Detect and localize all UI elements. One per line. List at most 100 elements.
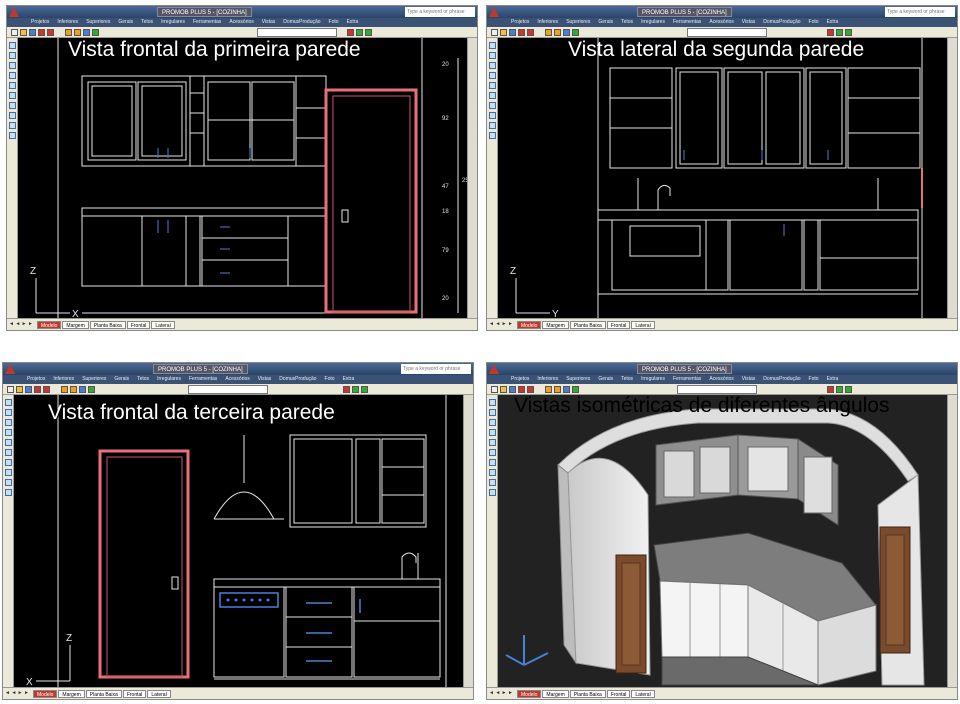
select-tool-icon[interactable] bbox=[489, 399, 496, 406]
tab-modelo[interactable]: Modelo bbox=[37, 320, 62, 329]
menu-superiores[interactable]: Superiores bbox=[82, 18, 114, 27]
vertical-scrollbar[interactable] bbox=[467, 38, 477, 318]
dimension-tool-icon[interactable] bbox=[489, 489, 496, 496]
walls-icon[interactable] bbox=[572, 386, 579, 393]
measure-tool-icon[interactable] bbox=[489, 429, 496, 436]
menu-ferramentas[interactable]: Ferramentas bbox=[185, 375, 221, 384]
menu-domusproducao[interactable]: DomusProdução bbox=[759, 18, 804, 27]
move-tool-icon[interactable] bbox=[489, 52, 496, 59]
menu-ferramentas[interactable]: Ferramentas bbox=[669, 375, 705, 384]
measure-tool-icon[interactable] bbox=[489, 72, 496, 79]
dimension-tool-icon[interactable] bbox=[489, 132, 496, 139]
search-input[interactable]: Type a keyword or phrase bbox=[405, 7, 475, 17]
app-logo-icon[interactable] bbox=[9, 7, 19, 17]
open-folder-icon[interactable] bbox=[500, 386, 507, 393]
menu-extra[interactable]: Extra bbox=[823, 375, 843, 384]
menu-domusproducao[interactable]: DomusProdução bbox=[275, 375, 320, 384]
layer-select[interactable] bbox=[188, 385, 268, 394]
search-input[interactable]: Type a keyword or phrase bbox=[885, 7, 955, 17]
render-icon[interactable] bbox=[545, 386, 552, 393]
vertical-scrollbar[interactable] bbox=[947, 395, 957, 687]
walls-icon[interactable] bbox=[92, 29, 99, 36]
tab-frontal[interactable]: Frontal bbox=[606, 689, 631, 698]
redo-icon[interactable] bbox=[43, 386, 50, 393]
save-icon[interactable] bbox=[25, 386, 32, 393]
menu-vistas[interactable]: Vistas bbox=[738, 18, 760, 27]
wall-tool-icon[interactable] bbox=[5, 459, 12, 466]
new-file-icon[interactable] bbox=[491, 386, 498, 393]
render-icon[interactable] bbox=[545, 29, 552, 36]
menu-inferiores[interactable]: Inferiores bbox=[533, 18, 562, 27]
tab-nav-arrows-icon[interactable]: ◄ ◄ ► ► bbox=[9, 321, 33, 327]
tab-planta-baixa[interactable]: Planta Baixa bbox=[89, 320, 126, 329]
menu-acessorios[interactable]: Acessórios bbox=[221, 375, 253, 384]
check-icon[interactable] bbox=[836, 29, 843, 36]
zoom-icon[interactable] bbox=[83, 29, 90, 36]
copy-tool-icon[interactable] bbox=[9, 82, 16, 89]
arrow-icon[interactable] bbox=[827, 386, 834, 393]
select-tool-icon[interactable] bbox=[9, 42, 16, 49]
close-icon[interactable] bbox=[845, 386, 852, 393]
menu-domusproducao[interactable]: DomusProdução bbox=[759, 375, 804, 384]
render-icon[interactable] bbox=[61, 386, 68, 393]
arrow-icon[interactable] bbox=[343, 386, 350, 393]
menu-extra[interactable]: Extra bbox=[823, 18, 843, 27]
tab-modelo[interactable]: Modelo bbox=[517, 689, 542, 698]
menu-ferramentas[interactable]: Ferramentas bbox=[669, 18, 705, 27]
delete-tool-icon[interactable] bbox=[9, 92, 16, 99]
door-tool-icon[interactable] bbox=[489, 112, 496, 119]
layer-select[interactable] bbox=[257, 28, 337, 37]
menu-vistas[interactable]: Vistas bbox=[254, 375, 276, 384]
menu-inferiores[interactable]: Inferiores bbox=[533, 375, 562, 384]
save-icon[interactable] bbox=[29, 29, 36, 36]
menu-extra[interactable]: Extra bbox=[339, 375, 359, 384]
tab-modelo[interactable]: Modelo bbox=[517, 320, 542, 329]
redo-icon[interactable] bbox=[527, 386, 534, 393]
drawing-canvas[interactable]: Z Y Vista lateral da segunda parede bbox=[498, 38, 947, 318]
door-tool-icon[interactable] bbox=[9, 112, 16, 119]
delete-tool-icon[interactable] bbox=[5, 449, 12, 456]
tab-planta-baixa[interactable]: Planta Baixa bbox=[569, 320, 606, 329]
menu-domusproducao[interactable]: DomusProdução bbox=[279, 18, 324, 27]
wall-tool-icon[interactable] bbox=[489, 459, 496, 466]
delete-tool-icon[interactable] bbox=[489, 449, 496, 456]
check-icon[interactable] bbox=[356, 29, 363, 36]
door-tool-icon[interactable] bbox=[489, 469, 496, 476]
menu-tetos[interactable]: Tetos bbox=[617, 375, 637, 384]
menu-projetos[interactable]: Projetos bbox=[507, 375, 533, 384]
tab-lateral[interactable]: Lateral bbox=[147, 689, 171, 698]
new-file-icon[interactable] bbox=[7, 386, 14, 393]
menu-acessorios[interactable]: Acessórios bbox=[225, 18, 257, 27]
search-input[interactable]: Type a keyword or phrase bbox=[401, 364, 471, 374]
window-tool-icon[interactable] bbox=[489, 479, 496, 486]
tab-frontal[interactable]: Frontal bbox=[126, 320, 151, 329]
zoom-icon[interactable] bbox=[563, 386, 570, 393]
menu-superiores[interactable]: Superiores bbox=[562, 375, 594, 384]
select-tool-icon[interactable] bbox=[5, 399, 12, 406]
undo-icon[interactable] bbox=[34, 386, 41, 393]
menu-irregulares[interactable]: Irregulares bbox=[157, 18, 189, 27]
drawing-canvas[interactable]: Z X 20 92 47 250 18 79 20 Vista frontal … bbox=[18, 38, 467, 318]
new-file-icon[interactable] bbox=[11, 29, 18, 36]
rotate-tool-icon[interactable] bbox=[489, 419, 496, 426]
measure-tool-icon[interactable] bbox=[5, 429, 12, 436]
undo-icon[interactable] bbox=[38, 29, 45, 36]
window-tool-icon[interactable] bbox=[489, 122, 496, 129]
window-tool-icon[interactable] bbox=[9, 122, 16, 129]
delete-tool-icon[interactable] bbox=[489, 92, 496, 99]
open-folder-icon[interactable] bbox=[500, 29, 507, 36]
menu-vistas[interactable]: Vistas bbox=[258, 18, 280, 27]
menu-ferramentas[interactable]: Ferramentas bbox=[189, 18, 225, 27]
rotate-tool-icon[interactable] bbox=[5, 419, 12, 426]
menu-gerais[interactable]: Gerais bbox=[594, 18, 617, 27]
menu-inferiores[interactable]: Inferiores bbox=[53, 18, 82, 27]
save-icon[interactable] bbox=[509, 29, 516, 36]
menu-tetos[interactable]: Tetos bbox=[133, 375, 153, 384]
tab-margem[interactable]: Margem bbox=[542, 320, 569, 329]
dimension-tool-icon[interactable] bbox=[5, 489, 12, 496]
menu-superiores[interactable]: Superiores bbox=[562, 18, 594, 27]
select-tool-icon[interactable] bbox=[489, 42, 496, 49]
tab-planta-baixa[interactable]: Planta Baixa bbox=[569, 689, 606, 698]
menu-projetos[interactable]: Projetos bbox=[27, 18, 53, 27]
menu-inferiores[interactable]: Inferiores bbox=[49, 375, 78, 384]
